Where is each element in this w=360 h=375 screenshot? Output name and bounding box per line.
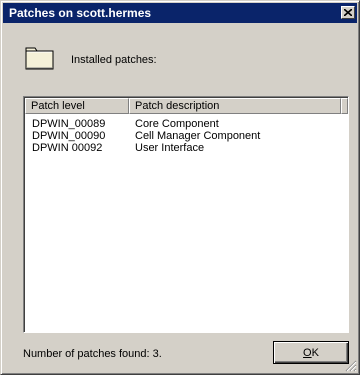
list-body: DPWIN_00089 Core Component DPWIN_00090 C… — [25, 118, 348, 154]
ok-button[interactable]: OK — [273, 341, 349, 364]
close-button[interactable] — [341, 6, 355, 19]
patch-count-status: Number of patches found: 3. — [23, 348, 162, 360]
column-header-patch-description[interactable]: Patch description — [129, 98, 341, 114]
title-bar[interactable]: Patches on scott.hermes — [3, 3, 357, 23]
patch-level-cell: DPWIN_00089 — [32, 118, 106, 130]
list-header: Patch level Patch description — [25, 98, 348, 114]
window-title: Patches on scott.hermes — [9, 6, 152, 20]
patch-description-cell: Core Component — [135, 118, 219, 130]
table-row[interactable]: DPWIN_00090 Cell Manager Component — [25, 130, 348, 142]
installed-patches-label: Installed patches: — [71, 54, 157, 66]
column-header-patch-level[interactable]: Patch level — [25, 98, 129, 114]
patches-list[interactable]: Patch level Patch description DPWIN_0008… — [23, 96, 349, 333]
column-header-filler — [341, 98, 348, 114]
resize-grip-icon[interactable] — [345, 360, 357, 372]
ok-label-rest: K — [311, 346, 319, 359]
patch-level-cell: DPWIN_00090 — [32, 130, 106, 142]
table-row[interactable]: DPWIN 00092 User Interface — [25, 142, 348, 154]
patch-level-cell: DPWIN 00092 — [32, 142, 103, 154]
patch-description-cell: User Interface — [135, 142, 205, 154]
ok-accelerator: O — [303, 346, 312, 359]
patches-dialog: Patches on scott.hermes Installed patche… — [0, 0, 360, 375]
close-icon — [344, 9, 352, 16]
patch-description-cell: Cell Manager Component — [135, 130, 261, 142]
table-row[interactable]: DPWIN_00089 Core Component — [25, 118, 348, 130]
folder-icon — [25, 47, 54, 70]
